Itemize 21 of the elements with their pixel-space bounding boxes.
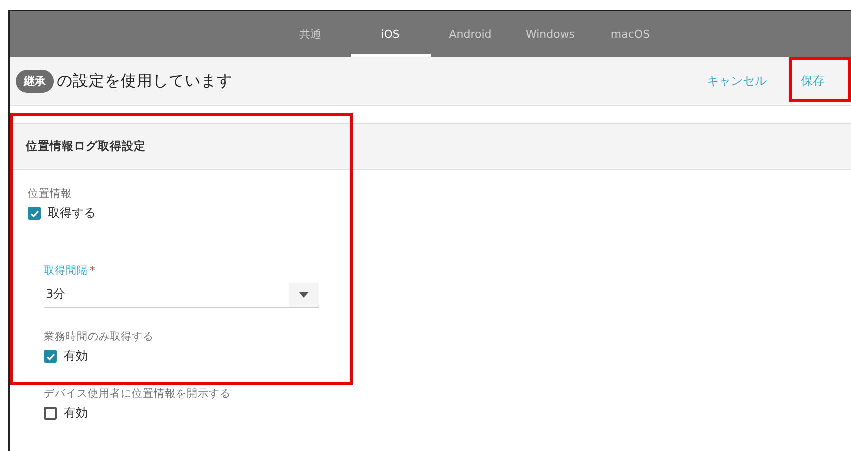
platform-tab[interactable]: Windows: [510, 11, 590, 57]
checkbox-label: 取得する: [48, 205, 96, 222]
checkbox[interactable]: [44, 350, 57, 363]
interval-dropdown[interactable]: 3分: [44, 282, 319, 308]
platform-tab[interactable]: 共通: [270, 11, 350, 57]
page-title: の設定を使用しています: [57, 70, 234, 92]
checkbox[interactable]: [44, 407, 57, 420]
field-label: デバイス使用者に位置情報を開示する: [44, 387, 232, 401]
caret-icon: [299, 292, 309, 298]
cancel-button[interactable]: キャンセル: [695, 64, 779, 98]
field-label: 取得間隔 *: [44, 264, 96, 278]
field-label: 位置情報: [28, 187, 73, 201]
save-button[interactable]: 保存: [789, 64, 837, 98]
platform-tab[interactable]: macOS: [590, 11, 670, 57]
platform-tab[interactable]: Android: [430, 11, 510, 57]
checkbox-label: 有効: [64, 348, 88, 365]
inherited-badge: 継承: [16, 70, 54, 92]
section-title: 位置情報ログ取得設定: [10, 123, 851, 170]
checkbox[interactable]: [28, 207, 41, 220]
field-label: 業務時間のみ取得する: [44, 330, 155, 344]
checkbox-label: 有効: [64, 405, 88, 422]
